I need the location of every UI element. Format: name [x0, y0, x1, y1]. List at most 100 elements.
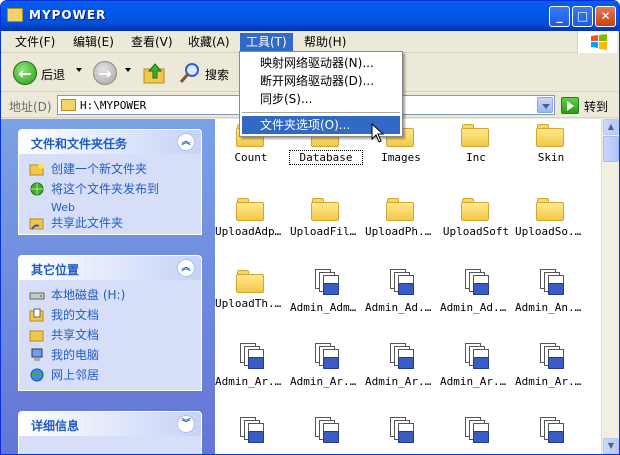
- file-item[interactable]: [215, 417, 287, 449]
- menu-view[interactable]: 查看(V): [125, 33, 179, 51]
- file-item[interactable]: UploadSoft: [440, 197, 512, 238]
- menu-edit[interactable]: 编辑(E): [67, 33, 120, 51]
- details-panel-header[interactable]: 详细信息 ︾: [19, 412, 201, 436]
- folder-icon: [236, 197, 266, 221]
- menuitem-disconnect-network-drive[interactable]: 断开网络驱动器(D)...: [242, 72, 400, 90]
- details-panel: 详细信息 ︾: [18, 411, 202, 454]
- menu-tools[interactable]: 工具(T): [240, 33, 293, 51]
- file-item[interactable]: Admin_Admin: [290, 269, 362, 314]
- scroll-down-icon[interactable]: ▼: [603, 438, 619, 454]
- file-item[interactable]: UploadTh...: [215, 269, 287, 310]
- file-item[interactable]: Admin_Ar...: [215, 343, 287, 388]
- window-title: MYPOWER: [29, 8, 107, 22]
- place-network-label[interactable]: 网上邻居: [51, 368, 99, 382]
- address-dropdown-icon[interactable]: [537, 97, 553, 113]
- place-my-computer[interactable]: 我的电脑: [29, 346, 191, 366]
- menu-separator: [242, 112, 400, 113]
- file-item[interactable]: Admin_An...: [515, 269, 587, 314]
- file-name: Admin_Ad...: [440, 301, 512, 314]
- file-list[interactable]: Count Database Images Inc Skin UploadAdpic Upl…: [215, 119, 601, 454]
- folder-up-icon[interactable]: [143, 62, 167, 84]
- file-item[interactable]: UploadFiles: [290, 197, 362, 238]
- file-name: UploadTh...: [215, 297, 287, 310]
- menu-file[interactable]: 文件(F): [9, 33, 61, 51]
- asp-file-icon: [536, 343, 566, 371]
- address-label: 地址(D): [9, 100, 52, 114]
- documents-folder-icon: [29, 308, 44, 322]
- collapse-chevron-icon[interactable]: ︽: [177, 133, 195, 151]
- file-item[interactable]: [440, 417, 512, 449]
- back-icon[interactable]: ←: [13, 61, 37, 85]
- place-local-disk-label[interactable]: 本地磁盘 (H:): [51, 288, 125, 302]
- places-panel-header[interactable]: 其它位置 ︽: [19, 256, 201, 280]
- collapse-chevron-icon[interactable]: ︽: [177, 259, 195, 277]
- place-my-documents-label[interactable]: 我的文档: [51, 308, 99, 322]
- file-item[interactable]: [365, 417, 437, 449]
- scroll-up-icon[interactable]: ▲: [603, 119, 619, 135]
- network-icon: [30, 368, 44, 382]
- close-button[interactable]: ✕: [595, 6, 616, 27]
- place-my-documents[interactable]: 我的文档: [29, 306, 191, 326]
- file-item[interactable]: UploadPh...: [365, 197, 437, 238]
- file-item[interactable]: Inc: [440, 123, 512, 164]
- file-item[interactable]: Admin_Ad...: [440, 269, 512, 314]
- file-item[interactable]: UploadAdpic: [215, 197, 287, 238]
- task-new-folder-label[interactable]: 创建一个新文件夹: [51, 162, 147, 176]
- task-share-folder-label[interactable]: 共享此文件夹: [51, 216, 123, 230]
- task-share-folder[interactable]: 共享此文件夹: [29, 214, 191, 234]
- forward-dropdown-icon[interactable]: [125, 68, 131, 72]
- task-publish-web[interactable]: 将这个文件夹发布到 Web: [29, 180, 191, 214]
- vertical-scrollbar[interactable]: ▲ ▼: [601, 119, 619, 454]
- tasks-panel-header[interactable]: 文件和文件夹任务 ︽: [19, 130, 201, 154]
- file-item[interactable]: Admin_Ar...: [440, 343, 512, 388]
- task-publish-web-label-2[interactable]: Web: [51, 201, 75, 214]
- place-network[interactable]: 网上邻居: [29, 366, 191, 386]
- asp-file-icon: [236, 417, 266, 445]
- address-path[interactable]: H:\MYPOWER: [80, 99, 146, 112]
- go-button[interactable]: 转到: [584, 98, 608, 115]
- folder-icon: [311, 197, 341, 221]
- details-panel-title: 详细信息: [31, 419, 80, 433]
- computer-icon: [31, 348, 43, 361]
- title-bar[interactable]: MYPOWER _ □ ✕: [1, 1, 619, 31]
- places-panel-title: 其它位置: [31, 263, 80, 277]
- file-name: UploadSoft: [442, 225, 510, 238]
- task-publish-web-label[interactable]: 将这个文件夹发布到: [51, 182, 159, 196]
- asp-file-icon: [311, 269, 341, 297]
- folder-icon: [386, 197, 416, 221]
- expand-chevron-icon[interactable]: ︾: [177, 415, 195, 433]
- file-item[interactable]: Admin_Ar...: [515, 343, 587, 388]
- place-shared-documents[interactable]: 共享文档: [29, 326, 191, 346]
- file-item[interactable]: Skin: [515, 123, 587, 164]
- asp-file-icon: [536, 269, 566, 297]
- asp-file-icon: [236, 343, 266, 371]
- asp-file-icon: [386, 343, 416, 371]
- file-item[interactable]: [290, 417, 362, 449]
- place-shared-documents-label[interactable]: 共享文档: [51, 328, 99, 342]
- menu-favorites[interactable]: 收藏(A): [182, 33, 236, 51]
- menuitem-synchronize[interactable]: 同步(S)...: [242, 90, 400, 108]
- menu-help[interactable]: 帮助(H): [298, 33, 352, 51]
- forward-icon[interactable]: →: [93, 61, 117, 85]
- go-arrow-icon[interactable]: [561, 97, 579, 114]
- scroll-thumb[interactable]: [603, 136, 619, 162]
- minimize-button[interactable]: _: [549, 6, 570, 27]
- maximize-button[interactable]: □: [572, 6, 593, 27]
- file-name: Admin_Ar...: [515, 375, 587, 388]
- menuitem-map-network-drive[interactable]: 映射网络驱动器(N)...: [242, 54, 400, 72]
- file-item[interactable]: Admin_Ar...: [365, 343, 437, 388]
- back-label[interactable]: 后退: [41, 66, 65, 83]
- place-local-disk[interactable]: 本地磁盘 (H:): [29, 286, 191, 306]
- folder-icon: [7, 8, 23, 22]
- search-icon[interactable]: [179, 62, 201, 84]
- search-label[interactable]: 搜索: [205, 66, 229, 83]
- back-dropdown-icon[interactable]: [76, 68, 82, 72]
- task-new-folder[interactable]: 创建一个新文件夹: [29, 160, 191, 180]
- file-item[interactable]: Admin_Ad...: [365, 269, 437, 314]
- file-item[interactable]: [515, 417, 587, 449]
- file-item[interactable]: UploadSo...: [515, 197, 587, 238]
- file-name: Admin_Ar...: [290, 375, 362, 388]
- place-my-computer-label[interactable]: 我的电脑: [51, 348, 99, 362]
- file-name: Admin_Ar...: [440, 375, 512, 388]
- file-item[interactable]: Admin_Ar...: [290, 343, 362, 388]
